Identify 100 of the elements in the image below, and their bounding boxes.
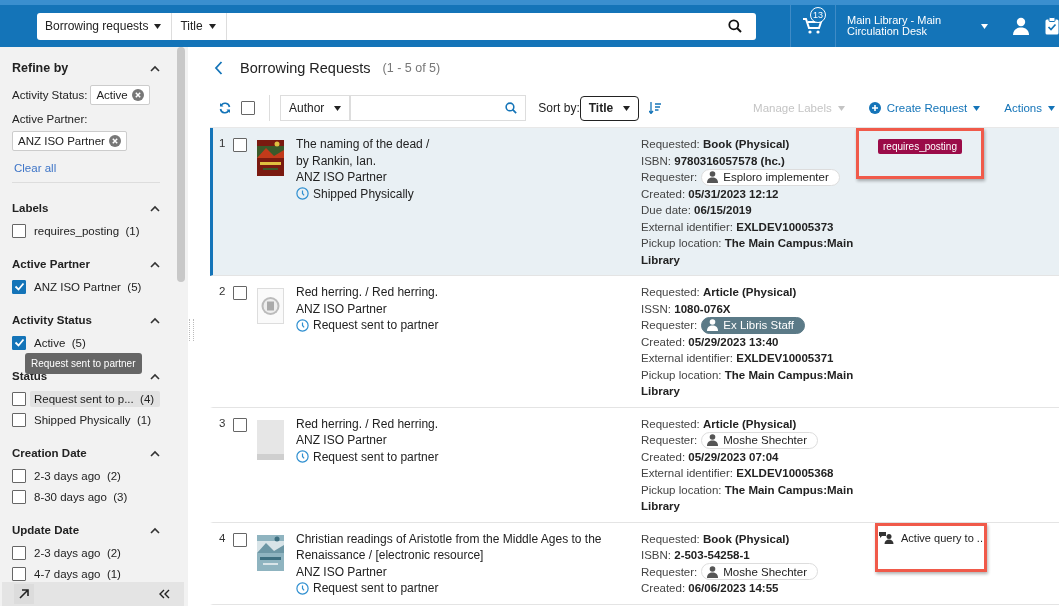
item-title-link[interactable]: The naming of the dead /	[296, 136, 610, 153]
request-row[interactable]	[210, 128, 1059, 276]
label-tag[interactable]: requires_posting	[878, 139, 962, 154]
request-status: Request sent to partner	[313, 580, 439, 597]
item-title-link[interactable]: Christian readings of Aristotle from the Middle Ages to the Renaissance / [electronic resource]	[296, 530, 610, 564]
detail-field: ISSN: 1080-076X	[641, 300, 871, 317]
toolbar-menu-button[interactable]: Actions	[1000, 102, 1059, 114]
refine-title: Refine by	[12, 61, 69, 75]
clock-icon	[296, 318, 309, 332]
resize-handle[interactable]	[189, 319, 194, 341]
back-icon[interactable]	[214, 61, 223, 75]
caret-icon	[837, 105, 845, 111]
collapse-icon[interactable]	[150, 260, 160, 268]
detail-field: Pickup location: The Main Campus:Main Library	[641, 366, 871, 400]
clock-icon	[296, 187, 309, 201]
location-selector[interactable]: Main Library - Main Circulation Desk	[847, 15, 953, 37]
checkbox[interactable]	[12, 566, 26, 581]
requester-chip[interactable]: Moshe Shechter	[701, 563, 818, 581]
cart-count-badge: 13	[810, 7, 826, 23]
detail-field: ISBN: 9780316057578 (hc.)	[641, 152, 871, 169]
checkbox[interactable]	[233, 417, 247, 432]
detail-field: Requested: Book (Physical)	[641, 136, 871, 153]
detail-field: Created: 05/31/2023 12:12	[641, 185, 871, 202]
facet-option[interactable]: requires_posting (1)	[30, 222, 146, 239]
row-number: 3	[219, 415, 227, 431]
requester-chip[interactable]: Moshe Shechter	[701, 431, 818, 449]
cart-button[interactable]: 13	[790, 5, 836, 47]
cart-icon	[803, 17, 823, 35]
checkbox[interactable]	[12, 468, 26, 483]
filter-chip[interactable]: Active	[90, 85, 150, 105]
facet-option[interactable]: 8-30 days ago (3)	[30, 488, 134, 505]
detail-field: Created: 05/29/2023 07:04	[641, 448, 871, 465]
checkbox[interactable]	[12, 279, 26, 294]
request-status: Request sent to partner	[313, 317, 439, 334]
remove-icon[interactable]	[108, 135, 121, 147]
detail-field: Requested: Article (Physical)	[641, 284, 871, 301]
book-placeholder-icon	[257, 288, 284, 324]
sort-order-icon[interactable]	[649, 102, 662, 114]
facet-option[interactable]: Shipped Physically (1)	[30, 411, 157, 428]
detail-field: Due date: 06/15/2019	[641, 202, 871, 219]
checkbox[interactable]	[233, 138, 247, 152]
checkbox[interactable]	[12, 335, 26, 350]
sort-dropdown[interactable]: Title	[579, 95, 640, 121]
caret-icon	[334, 105, 342, 111]
requester-chip[interactable]: Esploro implementer	[701, 168, 840, 186]
facet-option[interactable]: 4-7 days ago (1)	[30, 565, 127, 582]
row-number: 4	[219, 530, 227, 546]
checkbox[interactable]	[12, 412, 26, 427]
detail-label: Requester:	[641, 433, 698, 448]
checkbox[interactable]	[233, 286, 247, 300]
collapse-icon[interactable]	[150, 526, 160, 534]
filter-dropdown[interactable]: Author	[280, 95, 351, 121]
user-icon[interactable]	[1012, 17, 1030, 35]
checkbox[interactable]	[12, 391, 26, 406]
collapse-icon[interactable]	[150, 449, 160, 457]
clipboard-icon[interactable]	[1045, 17, 1059, 35]
field-dropdown[interactable]: Title	[172, 12, 227, 40]
caret-icon	[1048, 105, 1055, 111]
collapse-icon[interactable]	[150, 204, 160, 212]
checkbox[interactable]	[12, 489, 26, 504]
page-title: Borrowing Requests	[240, 60, 371, 76]
facet-option[interactable]: 2-3 days ago (2)	[30, 544, 127, 561]
toolbar-menu-button[interactable]: Create Request	[864, 102, 985, 114]
refresh-icon[interactable]	[219, 102, 231, 114]
checkbox[interactable]	[12, 223, 26, 238]
filter-chip[interactable]: ANZ ISO Partner	[12, 131, 127, 151]
detail-field: Pickup location: The Main Campus:Main Library	[641, 235, 871, 268]
facet-option[interactable]: Active (5)	[30, 334, 92, 351]
caret-icon	[623, 105, 631, 111]
facet-option[interactable]: Request sent to p... (4)	[30, 390, 161, 407]
search-icon[interactable]	[728, 19, 742, 33]
caret-icon	[973, 105, 981, 111]
remove-icon[interactable]	[131, 89, 144, 101]
requester-chip[interactable]: Ex Libris Staff	[701, 316, 805, 334]
item-title-link[interactable]: Red herring. / Red herring.	[296, 284, 610, 301]
collapse-icon[interactable]	[150, 64, 160, 72]
request-row[interactable]	[210, 522, 1059, 605]
facet-option[interactable]: 2-3 days ago (2)	[30, 467, 127, 484]
detail-field: External identifier: EXLDEV10005373	[641, 218, 871, 235]
clear-all-link[interactable]: Clear all	[14, 162, 160, 174]
caret-icon	[981, 23, 988, 29]
partner-name: ANZ ISO Partner	[296, 563, 388, 580]
detail-field: Created: 06/06/2023 14:55	[641, 580, 871, 597]
collapse-sidebar-icon[interactable]	[158, 589, 170, 599]
item-title-link[interactable]: Red herring. / Red herring.	[296, 415, 610, 432]
collapse-icon[interactable]	[150, 372, 160, 380]
checkbox[interactable]	[12, 545, 26, 560]
query-person-icon	[879, 531, 895, 544]
facet-option[interactable]: ANZ ISO Partner (5)	[30, 278, 148, 295]
checkbox[interactable]	[233, 532, 247, 547]
checkbox[interactable]	[241, 101, 255, 115]
filter-label: Activity Status:	[12, 89, 88, 101]
collapse-icon[interactable]	[150, 316, 160, 324]
filter-search-field[interactable]	[350, 95, 527, 121]
request-status: Request sent to partner	[313, 448, 439, 465]
facet-title: Active Partner	[12, 258, 90, 270]
detail-label: Requester:	[641, 564, 698, 580]
scope-dropdown[interactable]: Borrowing requests	[37, 12, 173, 40]
detail-field: External identifier: EXLDEV10005368	[641, 465, 871, 482]
facet-title: Labels	[12, 202, 49, 214]
